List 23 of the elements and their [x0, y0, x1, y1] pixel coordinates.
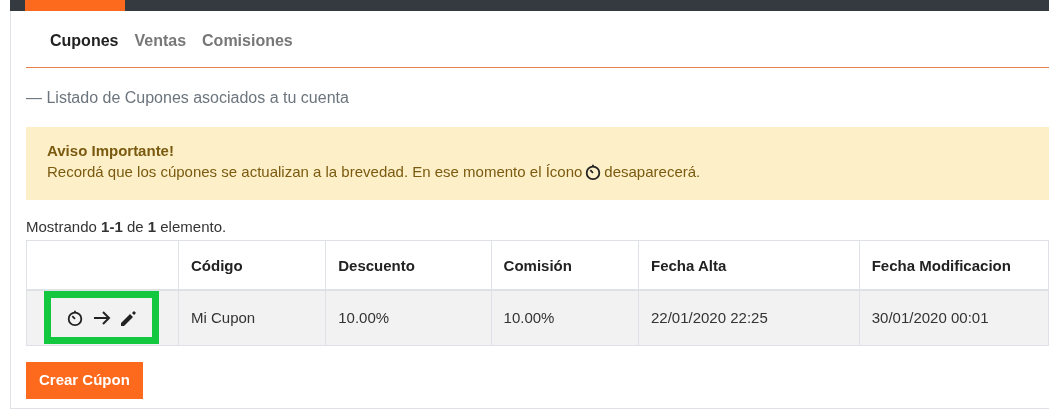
- alert-message: desaparecerá.: [604, 162, 701, 182]
- tab[interactable]: Comisiones: [202, 29, 293, 53]
- column-header: Fecha Modificacion: [859, 240, 1049, 290]
- column-header: Fecha Alta: [638, 240, 860, 290]
- table-cell: 30/01/2020 00:01: [859, 289, 1049, 346]
- column-header: Código: [178, 240, 326, 290]
- column-header: Comisión: [491, 240, 639, 290]
- tab[interactable]: Ventas: [134, 29, 187, 53]
- alert-message: Recordá que los cúpones se actualizan a la brevedad. En ese momento el Ícono: [47, 162, 583, 182]
- column-header: Descuento: [325, 240, 492, 290]
- tab[interactable]: Cupones: [50, 29, 119, 53]
- table-cell: Mi Cupon: [178, 289, 326, 346]
- table-cell: 22/01/2020 22:25: [638, 289, 860, 346]
- edit-icon[interactable]: [119, 308, 138, 327]
- timer-icon: [584, 163, 603, 181]
- alert-title: Aviso Importante!: [47, 141, 175, 161]
- results-summary: Mostrando 1-1 de 1 elemento.: [26, 217, 228, 237]
- arrow-right-icon[interactable]: [92, 309, 111, 326]
- create-coupon-button[interactable]: Crear Cúpon: [26, 362, 143, 399]
- timer-icon: [65, 308, 84, 327]
- section-subtitle: — Listado de Cupones asociados a tu cuenta: [26, 89, 349, 106]
- table-cell: 10.00%: [325, 289, 492, 346]
- table-cell: 10.00%: [491, 289, 639, 346]
